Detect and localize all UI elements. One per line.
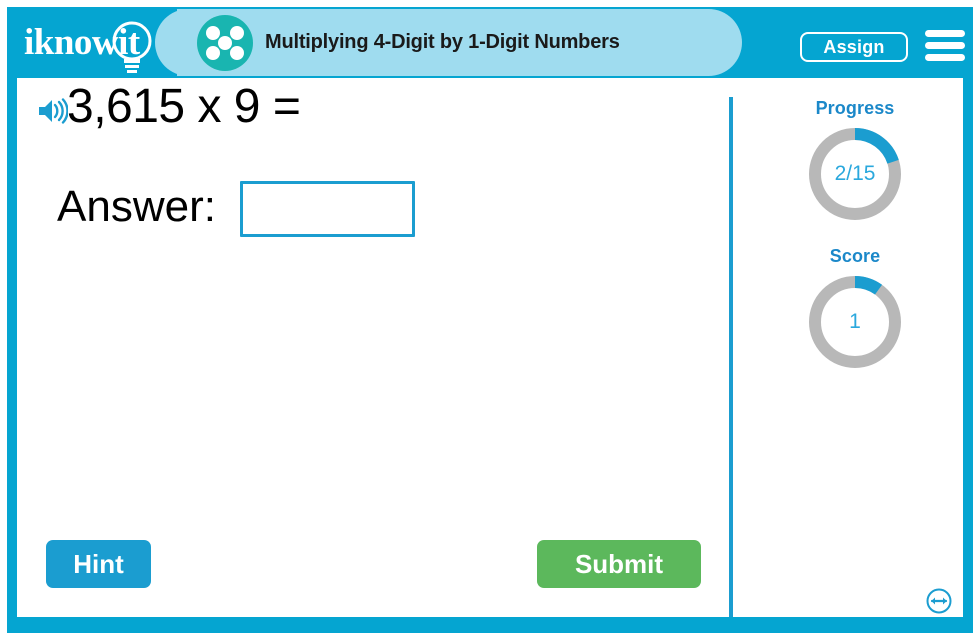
speaker-icon[interactable] xyxy=(38,98,68,124)
question-text: 3,615 x 9 = xyxy=(67,80,301,133)
lesson-title: Multiplying 4-Digit by 1-Digit Numbers xyxy=(265,31,620,53)
assign-button[interactable]: Assign xyxy=(800,32,908,62)
answer-label: Answer: xyxy=(57,182,216,231)
panel-divider xyxy=(729,97,733,617)
score-value: 1 xyxy=(849,310,861,333)
content-area: 3,615 x 9 = Answer: Progress 2/15 Score xyxy=(17,78,963,617)
score-label: Score xyxy=(829,246,881,266)
brand-logo[interactable]: iknowit xyxy=(24,19,174,73)
hint-button[interactable]: Hint xyxy=(46,540,151,588)
resize-horizontal-icon[interactable] xyxy=(925,587,953,615)
hamburger-menu-icon[interactable] xyxy=(925,29,965,63)
progress-value: 2/15 xyxy=(834,162,876,185)
stats-panel: Progress 2/15 Score 1 xyxy=(747,98,963,398)
submit-button[interactable]: Submit xyxy=(537,540,701,588)
lesson-title-pill: Multiplying 4-Digit by 1-Digit Numbers xyxy=(155,9,742,76)
lightbulb-icon xyxy=(112,21,152,73)
answer-input[interactable] xyxy=(240,181,415,237)
five-dots-circle-icon xyxy=(197,15,253,71)
score-stat: Score 1 xyxy=(747,246,963,372)
app-frame: iknowit Multiplying 4-Digit by 1-Digit N… xyxy=(7,7,973,633)
progress-label: Progress xyxy=(815,98,895,118)
score-ring: 1 xyxy=(805,272,905,372)
progress-ring: 2/15 xyxy=(805,124,905,224)
app-header: iknowit Multiplying 4-Digit by 1-Digit N… xyxy=(7,7,973,78)
progress-stat: Progress 2/15 xyxy=(747,98,963,224)
